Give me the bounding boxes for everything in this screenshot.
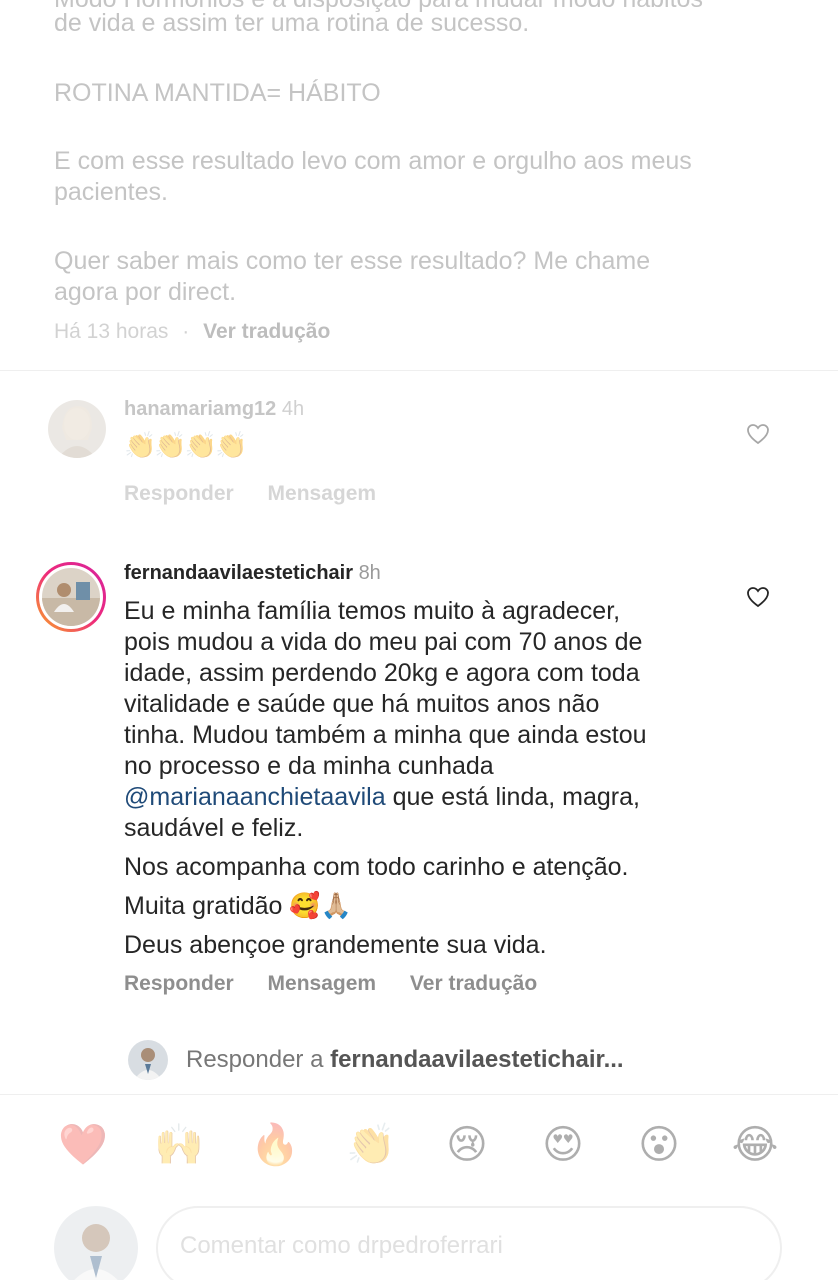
mention-rest: que está linda, magra, (385, 783, 640, 811)
divider (0, 370, 838, 371)
caption-translate-link[interactable]: Ver tradução (203, 320, 330, 343)
meta-separator: · (182, 320, 190, 343)
comment-line: tinha. Mudou também a minha que ainda es… (124, 721, 647, 749)
avatar-photo-icon (42, 568, 100, 626)
caption-line: E com esse resultado levo com amor e org… (54, 147, 692, 175)
clapping-emoji-button[interactable]: 👏 (346, 1120, 396, 1170)
crying-emoji-button[interactable]: 😢 (442, 1120, 492, 1170)
comment-line: no processo e da minha cunhada (124, 752, 494, 780)
replying-to-bar: Responder a fernandaavilaestetichair... (128, 1040, 624, 1080)
caption-time: Há 13 horas (54, 320, 169, 343)
avatar-photo-icon (48, 400, 106, 458)
comment-line: Nos acompanha com todo carinho e atenção… (124, 853, 629, 881)
comment-line: Deus abençoe grandemente sua vida. (124, 931, 547, 959)
like-heart-icon[interactable] (746, 586, 770, 608)
comment-input[interactable] (180, 1232, 740, 1260)
replying-target: fernandaavilaestetichair... (330, 1046, 624, 1073)
comment-text: Eu e minha família temos muito à agradec… (124, 596, 647, 961)
reply-button[interactable]: Responder (124, 482, 234, 505)
surprised-emoji-button[interactable]: 😮 (634, 1120, 684, 1170)
caption-line: ROTINA MANTIDA= HÁBITO (54, 79, 381, 107)
reply-button[interactable]: Responder (124, 972, 234, 995)
caption-line: de vida e assim ter uma rotina de sucess… (54, 9, 530, 37)
translate-button[interactable]: Ver tradução (410, 972, 537, 995)
comment-compose-box (156, 1206, 782, 1280)
avatar-photo-icon (128, 1040, 168, 1080)
replying-prefix: Responder a (186, 1046, 331, 1073)
emoji-reaction-bar: ❤️ 🙌 🔥 👏 😢 😍 😮 😂 (0, 1120, 838, 1176)
comment-text: 👏👏👏👏 (124, 430, 247, 460)
comment-time: 8h (358, 562, 381, 584)
avatar-photo-icon (54, 1206, 138, 1280)
compose-avatar (54, 1206, 138, 1280)
comment-actions: Responder Mensagem Ver tradução (124, 972, 565, 996)
commenter-avatar-story-ring[interactable] (36, 562, 106, 632)
current-user-avatar (128, 1040, 168, 1080)
comment-header: hanamariamg12 4h (124, 398, 304, 421)
comment-line: idade, assim perdendo 20kg e agora com t… (124, 659, 640, 687)
heart-emoji-button[interactable]: ❤️ (58, 1120, 108, 1170)
caption-line: agora por direct. (54, 278, 237, 306)
divider (0, 1094, 838, 1095)
comment-username[interactable]: hanamariamg12 (124, 398, 276, 420)
message-button[interactable]: Mensagem (268, 482, 377, 505)
replying-to-text: Responder a fernandaavilaestetichair... (186, 1046, 624, 1074)
comment-username[interactable]: fernandaavilaestetichair (124, 562, 353, 584)
laughing-emoji-button[interactable]: 😂 (730, 1120, 780, 1170)
caption-line: Quer saber mais como ter esse resultado?… (54, 247, 651, 275)
fire-emoji-button[interactable]: 🔥 (250, 1120, 300, 1170)
caption-meta: Há 13 horas · Ver tradução (54, 320, 330, 344)
comment-line: @marianaanchietaavila que está linda, ma… (124, 782, 647, 813)
caption-line: pacientes. (54, 178, 168, 206)
message-button[interactable]: Mensagem (268, 972, 377, 995)
comment-line: Eu e minha família temos muito à agradec… (124, 597, 621, 625)
comment-line: Muita gratidão 🥰🙏🏼 (124, 892, 352, 920)
comment-actions: Responder Mensagem (124, 482, 404, 506)
comment-line: saudável e feliz. (124, 814, 304, 842)
comment-line: vitalidade e saúde que há muitos anos nã… (124, 690, 600, 718)
user-mention-link[interactable]: @marianaanchietaavila (124, 783, 386, 811)
comment-line: pois mudou a vida do meu pai com 70 anos… (124, 628, 643, 656)
comment-header: fernandaavilaestetichair 8h (124, 562, 381, 585)
like-heart-icon[interactable] (746, 423, 770, 445)
heart-eyes-emoji-button[interactable]: 😍 (538, 1120, 588, 1170)
raising-hands-emoji-button[interactable]: 🙌 (154, 1120, 204, 1170)
comment-time: 4h (281, 398, 305, 420)
commenter-avatar[interactable] (48, 400, 106, 458)
